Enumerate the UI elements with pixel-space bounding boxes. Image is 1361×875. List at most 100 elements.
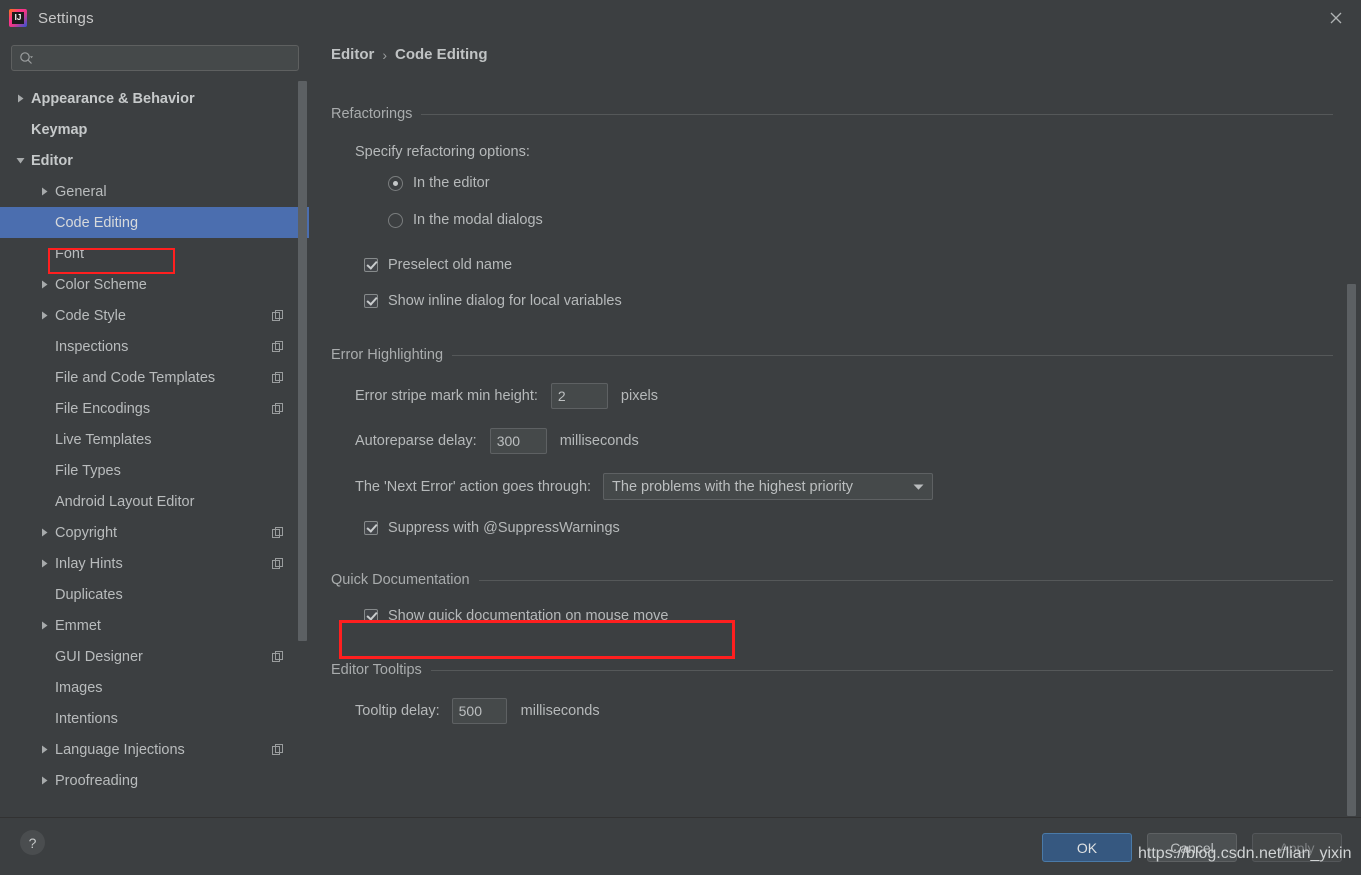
sidebar-item-intentions[interactable]: Intentions: [0, 703, 309, 734]
settings-main-panel: Editor › Code Editing Refactorings Speci…: [309, 36, 1361, 817]
sidebar-item-label: Android Layout Editor: [55, 493, 195, 510]
sidebar-item-color-scheme[interactable]: Color Scheme: [0, 269, 309, 300]
sidebar-item-duplicates[interactable]: Duplicates: [0, 579, 309, 610]
sidebar-item-images[interactable]: Images: [0, 672, 309, 703]
copy-settings-icon: [272, 743, 284, 756]
intellij-idea-logo-icon: [9, 9, 27, 27]
search-field[interactable]: [11, 45, 299, 71]
search-container: [0, 36, 309, 71]
sidebar-item-code-style[interactable]: Code Style: [0, 300, 309, 331]
sidebar-item-inspections[interactable]: Inspections: [0, 331, 309, 362]
search-input[interactable]: [34, 50, 298, 66]
cancel-button[interactable]: Cancel: [1147, 833, 1237, 862]
sidebar-scrollbar[interactable]: [298, 81, 307, 641]
checkbox-show-inline-dialog[interactable]: Show inline dialog for local variables: [364, 293, 1333, 309]
checkbox-suppress-with-suppresswarnings-control[interactable]: [364, 521, 378, 535]
settings-content: Refactorings Specify refactoring options…: [309, 106, 1361, 817]
sidebar-item-file-encodings[interactable]: File Encodings: [0, 393, 309, 424]
sidebar-item-code-editing[interactable]: Code Editing: [0, 207, 309, 238]
checkbox-preselect-old-name-control[interactable]: [364, 258, 378, 272]
chevron-down-icon[interactable]: [14, 154, 27, 167]
sidebar-item-gui-designer[interactable]: GUI Designer: [0, 641, 309, 672]
main-panel-scrollbar[interactable]: [1347, 284, 1356, 816]
autoreparse-delay-input[interactable]: [489, 428, 547, 454]
tooltip-delay-unit: milliseconds: [520, 703, 600, 719]
checkbox-show-inline-dialog-control[interactable]: [364, 294, 378, 308]
section-divider: [452, 354, 1333, 356]
settings-dialog: Settings Appearance & BehaviorKeymapEdi: [0, 0, 1361, 875]
sidebar-item-label: Intentions: [55, 710, 118, 727]
sidebar-item-label: Live Templates: [55, 431, 152, 448]
sidebar-item-label: Code Editing: [55, 214, 139, 231]
sidebar-item-file-types[interactable]: File Types: [0, 455, 309, 486]
checkbox-show-quick-documentation-control[interactable]: [364, 609, 378, 623]
chevron-right-icon[interactable]: [38, 619, 51, 632]
sidebar-item-label: Keymap: [31, 121, 88, 138]
radio-in-the-modal-dialogs-control[interactable]: [388, 212, 403, 228]
sidebar-item-label: Inlay Hints: [55, 555, 123, 572]
sidebar-item-label: Copyright: [55, 524, 118, 541]
checkbox-preselect-old-name-label: Preselect old name: [388, 257, 513, 273]
sidebar-item-keymap[interactable]: Keymap: [0, 114, 309, 145]
sidebar-item-label: Duplicates: [55, 586, 123, 603]
search-icon: [19, 51, 34, 66]
sidebar-item-copyright[interactable]: Copyright: [0, 517, 309, 548]
sidebar-item-live-templates[interactable]: Live Templates: [0, 424, 309, 455]
sidebar-item-editor[interactable]: Editor: [0, 145, 309, 176]
copy-settings-icon: [272, 340, 284, 353]
section-title: Editor Tooltips: [331, 662, 422, 678]
autoreparse-delay-unit: milliseconds: [559, 433, 639, 449]
section-divider: [421, 113, 1333, 115]
close-icon[interactable]: [1323, 6, 1349, 30]
sidebar-item-label: Editor: [31, 152, 73, 169]
error-stripe-min-height-input[interactable]: [550, 383, 608, 409]
chevron-right-icon[interactable]: [38, 185, 51, 198]
chevron-right-icon[interactable]: [38, 526, 51, 539]
error-stripe-min-height-row: Error stripe mark min height: pixels: [355, 383, 1333, 409]
sidebar-item-proofreading[interactable]: Proofreading: [0, 765, 309, 796]
checkbox-suppress-with-suppresswarnings[interactable]: Suppress with @SuppressWarnings: [364, 520, 1333, 536]
checkbox-preselect-old-name[interactable]: Preselect old name: [364, 257, 1333, 273]
help-button[interactable]: ?: [20, 830, 45, 855]
chevron-right-icon[interactable]: [14, 92, 27, 105]
sidebar-item-general[interactable]: General: [0, 176, 309, 207]
radio-in-the-editor[interactable]: In the editor: [388, 175, 1333, 191]
sidebar-item-label: General: [55, 183, 107, 200]
chevron-right-icon[interactable]: [38, 557, 51, 570]
sidebar-item-language-injections[interactable]: Language Injections: [0, 734, 309, 765]
sidebar-item-appearance-behavior[interactable]: Appearance & Behavior: [0, 83, 309, 114]
next-error-action-dropdown[interactable]: The problems with the highest priority: [603, 473, 934, 500]
chevron-right-icon[interactable]: [38, 309, 51, 322]
chevron-right-icon[interactable]: [38, 278, 51, 291]
ok-button[interactable]: OK: [1042, 833, 1132, 862]
sidebar-item-font[interactable]: Font: [0, 238, 309, 269]
radio-in-the-editor-control[interactable]: [388, 175, 403, 191]
chevron-right-icon[interactable]: [38, 743, 51, 756]
section-editor-tooltips-header: Editor Tooltips: [331, 662, 1333, 678]
specify-refactoring-options-label-row: Specify refactoring options:: [355, 144, 1333, 160]
copy-settings-icon: [272, 526, 284, 539]
checkbox-show-inline-dialog-label: Show inline dialog for local variables: [388, 293, 622, 309]
sidebar-item-label: File Types: [55, 462, 121, 479]
breadcrumb-root[interactable]: Editor: [331, 46, 374, 63]
error-stripe-min-height-unit: pixels: [620, 388, 658, 404]
sidebar-item-emmet[interactable]: Emmet: [0, 610, 309, 641]
sidebar-item-file-and-code-templates[interactable]: File and Code Templates: [0, 362, 309, 393]
autoreparse-delay-label: Autoreparse delay:: [355, 433, 477, 449]
sidebar-item-inlay-hints[interactable]: Inlay Hints: [0, 548, 309, 579]
radio-in-the-modal-dialogs[interactable]: In the modal dialogs: [388, 212, 1333, 228]
section-title: Quick Documentation: [331, 572, 470, 588]
chevron-right-icon[interactable]: [38, 774, 51, 787]
settings-tree: Appearance & Behavior Keymap Editor General…: [0, 83, 309, 813]
next-error-action-value: The problems with the highest priority: [612, 478, 854, 495]
window-title: Settings: [38, 9, 94, 27]
copy-settings-icon: [272, 650, 284, 663]
copy-settings-icon: [272, 371, 284, 384]
tooltip-delay-input[interactable]: [451, 698, 507, 724]
breadcrumb: Editor › Code Editing: [331, 46, 488, 63]
sidebar-item-label: File and Code Templates: [55, 369, 216, 386]
breadcrumb-current: Code Editing: [395, 46, 488, 63]
sidebar-item-android-layout-editor[interactable]: Android Layout Editor: [0, 486, 309, 517]
section-divider: [430, 669, 1333, 671]
checkbox-show-quick-documentation[interactable]: Show quick documentation on mouse move: [364, 608, 1333, 624]
